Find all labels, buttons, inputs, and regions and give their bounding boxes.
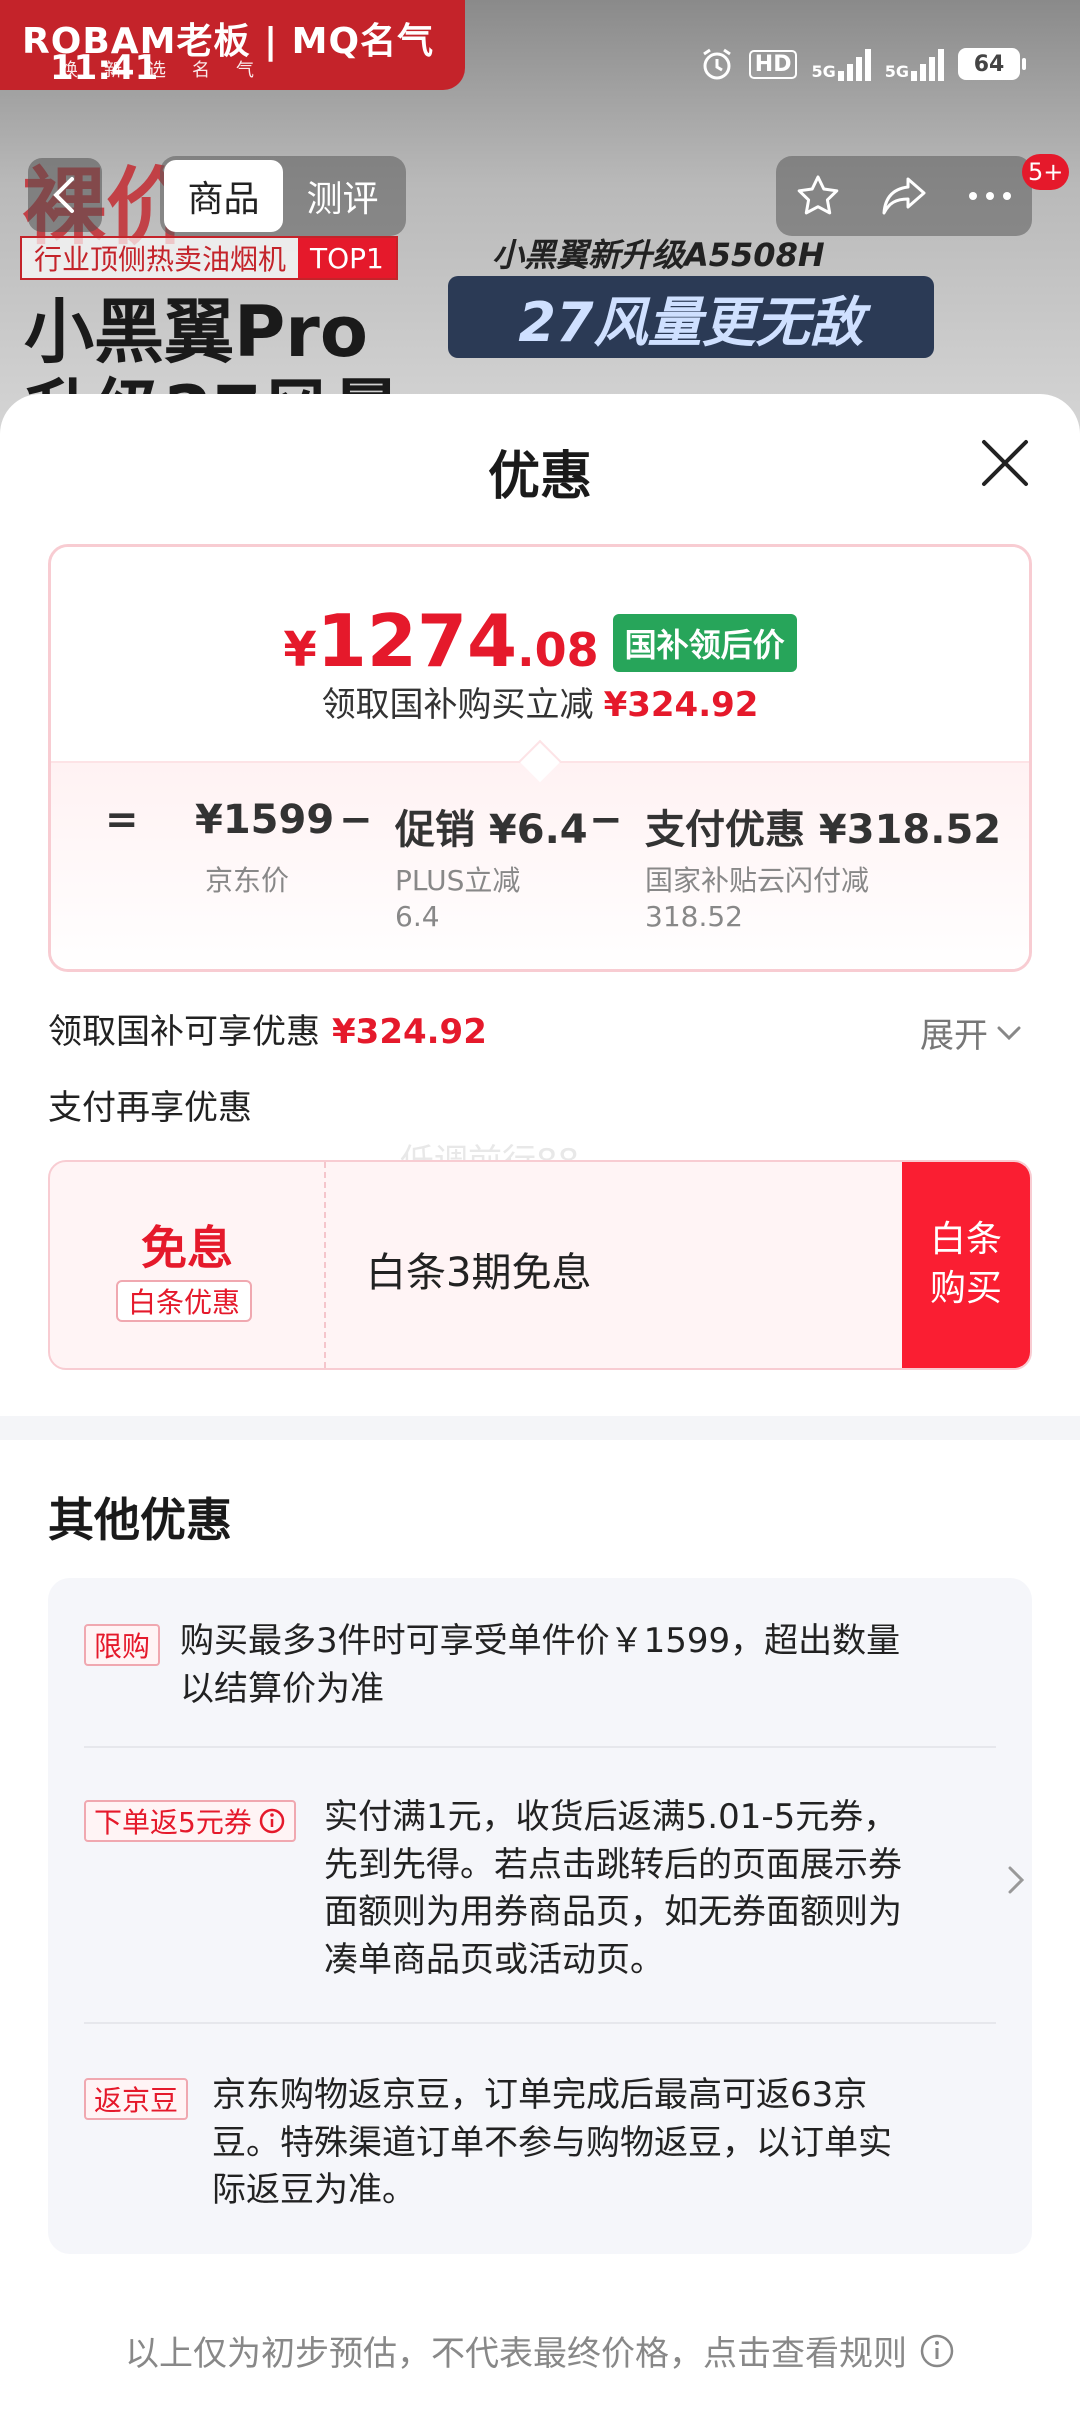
offer-text-jingdou-line2: 豆。特殊渠道订单不参与购物返豆，以订单实 [212, 2122, 892, 2163]
gov-subsidy-label: 领取国补可享优惠 [48, 1012, 320, 1052]
status-bar-icons: HD 5G 5G 64 [699, 46, 1026, 82]
price-subtitle-amount: ¥324.92 [603, 685, 759, 725]
price-integer: 1274 [316, 599, 518, 683]
offer-text-coupon: 实付满1元，收货后返满5.01-5元券， 先到先得。若点击跳转后的页面展示券 面… [324, 1794, 902, 1984]
jd-price-label: 京东价 [205, 864, 290, 897]
gov-subsidy-row[interactable]: 领取国补可享优惠 ¥324.92 [48, 1004, 487, 1053]
offer-text-coupon-line4: 凑单商品页或活动页。 [324, 1939, 664, 1980]
pay-discount: 支付优惠 ¥318.52 [645, 807, 1002, 853]
offer-chip-coupon: 下单返5元券 [84, 1800, 296, 1842]
offer-text-limit: 购买最多3件时可享受单件价￥1599，超出数量 以结算价为准 [180, 1618, 900, 1713]
share-icon[interactable] [880, 173, 928, 219]
baitiao-buy-button[interactable]: 白条 购买 [902, 1162, 1030, 1368]
jd-price: ¥1599 [195, 797, 335, 843]
nav-actions [776, 156, 1032, 236]
promo-tag: 行业顶侧热卖油烟机 TOP1 [20, 236, 398, 280]
offer-text-jingdou-line1: 京东购物返京豆，订单完成后最高可返63京 [212, 2075, 868, 2115]
chevron-left-icon [53, 177, 74, 213]
close-icon[interactable] [976, 434, 1034, 492]
chevron-right-icon[interactable] [1006, 1864, 1026, 1896]
battery-icon: 64 [958, 48, 1026, 80]
star-icon[interactable] [795, 173, 841, 219]
price-subtitle-text: 领取国补购买立减 [321, 685, 594, 725]
offer-text-coupon-line3: 面额则为用券商品页，如无券面额则为 [324, 1892, 902, 1933]
hero-subtitle: 小黑翼新升级A5508H [492, 236, 825, 274]
baitiao-offer-left: 免息 白条优惠 [50, 1162, 326, 1368]
minus-sign-1: − [339, 797, 373, 843]
pay-label-line2: 318.52 [645, 900, 743, 934]
alarm-icon [702, 48, 731, 80]
offer-divider [84, 1746, 996, 1748]
other-offers-title: 其他优惠 [48, 1493, 232, 1547]
price-decimal: .08 [517, 623, 599, 677]
offer-text-limit-line2: 以结算价为准 [180, 1668, 384, 1709]
expand-label: 展开 [920, 1016, 988, 1056]
gov-subsidy-badge: 国补领后价 [612, 614, 797, 672]
offer-chip-limit: 限购 [84, 1624, 161, 1666]
sheet-title: 优惠 [487, 447, 592, 507]
signal-5g-icon: 5G [811, 47, 871, 81]
offer-coupon-return[interactable]: 下单返5元券 实付满1元，收货后返满5.01-5元券， 先到先得。若点击跳转后的… [84, 1794, 1025, 2044]
product-tabs: 商品 测评 [160, 156, 406, 236]
offer-text-coupon-line1: 实付满1元，收货后返满5.01-5元券， [324, 1797, 898, 1837]
pay-label: 国家补贴云闪付减 318.52 [645, 863, 869, 936]
back-button[interactable] [28, 158, 102, 232]
offer-text-limit-line1: 购买最多3件时可享受单件价￥1599，超出数量 [180, 1621, 901, 1661]
baitiao-tag: 白条优惠 [116, 1280, 253, 1322]
equals-sign: = [105, 797, 139, 843]
promo-label: PLUS立减 6.4 [395, 863, 520, 936]
offer-chip-coupon-label: 下单返5元券 [94, 1806, 252, 1839]
pay-label-line1: 国家补贴云闪付减 [645, 864, 870, 897]
hd-icon: HD [748, 49, 798, 79]
expand-button[interactable]: 展开 [920, 1008, 1022, 1057]
section-divider [0, 1416, 1080, 1440]
pay-offers-label: 支付再享优惠 [48, 1088, 252, 1128]
baitiao-buy-label-line2: 购买 [929, 1268, 1002, 1309]
info-icon[interactable] [258, 1807, 286, 1835]
offer-jingdou-return: 返京豆 京东购物返京豆，订单完成后最高可返63京 豆。特殊渠道订单不参与购物返豆… [84, 2072, 996, 2232]
info-icon [920, 2334, 954, 2367]
more-icon[interactable] [967, 190, 1013, 202]
hero-banner: 27风量更无敌 [448, 276, 934, 358]
price-subtitle: 领取国补购买立减 ¥324.92 [51, 677, 1029, 726]
baitiao-buy-label: 白条 购买 [930, 1216, 1002, 1313]
calc-section: = ¥1599 − 促销 ¥6.4 − 支付优惠 ¥318.52 京东价 PLU… [51, 761, 1029, 969]
offer-purchase-limit: 限购 购买最多3件时可享受单件价￥1599，超出数量 以结算价为准 [84, 1618, 996, 1788]
promo-label-line2: 6.4 [395, 900, 440, 934]
product-page-background: ROBAM老板 | MQ名气 焕新选名气 11:41 HD 5G 5G 64 裸… [0, 0, 1080, 460]
baitiao-buy-label-line1: 白条 [929, 1219, 1002, 1261]
promo-discount: 促销 ¥6.4 [395, 807, 588, 853]
offer-divider [84, 2022, 996, 2024]
offer-text-jingdou: 京东购物返京豆，订单完成后最高可返63京 豆。特殊渠道订单不参与购物返豆，以订单… [212, 2072, 892, 2215]
offer-chip-jingdou: 返京豆 [84, 2078, 189, 2120]
discount-sheet: 优惠 ¥ 1274 .08 国补领后价 领取国补购买立减 ¥324.92 = ¥1… [0, 394, 1080, 2412]
price-breakdown-card: ¥ 1274 .08 国补领后价 领取国补购买立减 ¥324.92 = ¥1599… [48, 544, 1032, 972]
tab-reviews[interactable]: 测评 [283, 160, 402, 232]
baitiao-offer-card[interactable]: 免息 白条优惠 白条3期免息 白条 购买 [48, 1160, 1032, 1370]
baitiao-offer-desc: 白条3期免息 [366, 1250, 592, 1296]
chevron-down-icon [997, 1026, 1021, 1040]
other-offers-card: 限购 购买最多3件时可享受单件价￥1599，超出数量 以结算价为准 下单返5元券… [48, 1578, 1032, 2254]
notification-badge: 5+ [1022, 154, 1070, 190]
signal-5g-icon-2: 5G [885, 47, 944, 81]
status-time: 11:41 [50, 48, 159, 88]
minus-sign-2: − [589, 797, 623, 843]
footer-note-text: 以上仅为初步预估，不代表最终价格，点击查看规则 [125, 2334, 907, 2374]
promo-tag-rank: TOP1 [298, 238, 396, 278]
interest-free-title: 免息 [141, 1221, 233, 1275]
final-price-section: ¥ 1274 .08 国补领后价 领取国补购买立减 ¥324.92 [51, 547, 1029, 761]
promo-tag-text: 行业顶侧热卖油烟机 [34, 243, 287, 276]
promo-label-line1: PLUS立减 [395, 864, 521, 897]
offer-text-jingdou-line3: 际返豆为准。 [212, 2170, 416, 2211]
hero-title: 小黑翼Pro [24, 291, 368, 373]
tab-product[interactable]: 商品 [164, 160, 283, 232]
final-price: ¥ 1274 .08 国补领后价 [51, 599, 1029, 683]
footer-rules-link[interactable]: 以上仅为初步预估，不代表最终价格，点击查看规则 [0, 2326, 1080, 2375]
gov-subsidy-amount: ¥324.92 [332, 1012, 487, 1052]
offer-text-coupon-line2: 先到先得。若点击跳转后的页面展示券 [324, 1844, 902, 1885]
price-currency: ¥ [283, 622, 317, 678]
